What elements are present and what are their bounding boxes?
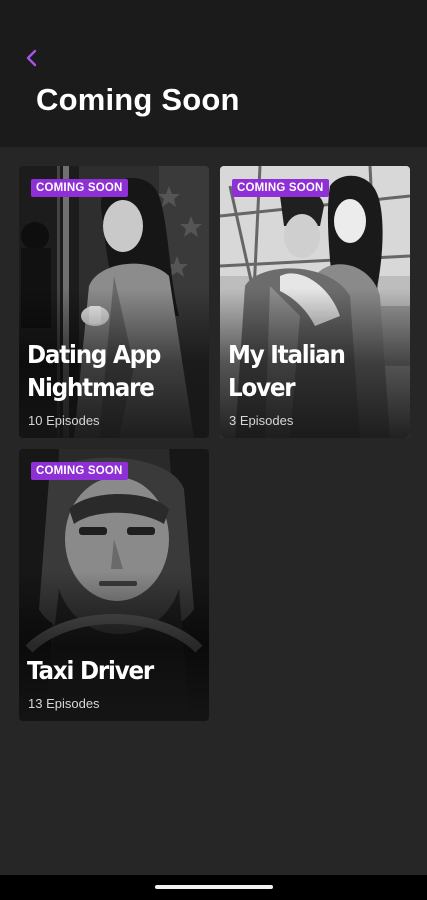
chevron-left-icon (26, 49, 37, 67)
series-title: Dating App Nightmare (27, 340, 161, 402)
back-button[interactable] (18, 44, 46, 72)
episode-count: 13 Episodes (28, 696, 100, 711)
series-card-my-italian-lover[interactable]: COMING SOON My Italian Lover 3 Episodes (220, 166, 410, 438)
app-header: Coming Soon (0, 0, 427, 147)
page-title: Coming Soon (36, 82, 240, 117)
series-grid: COMING SOON Dating App Nightmare 10 Epis… (0, 147, 427, 875)
coming-soon-badge: COMING SOON (31, 462, 128, 480)
series-title: Taxi Driver (27, 656, 154, 685)
coming-soon-badge: COMING SOON (232, 179, 329, 197)
series-title: My Italian Lover (228, 340, 346, 402)
episode-count: 3 Episodes (229, 413, 294, 428)
series-card-taxi-driver[interactable]: COMING SOON Taxi Driver 13 Episodes (19, 449, 209, 721)
system-navigation-bar (0, 875, 427, 900)
home-indicator[interactable] (155, 885, 273, 889)
series-card-dating-app-nightmare[interactable]: COMING SOON Dating App Nightmare 10 Epis… (19, 166, 209, 438)
coming-soon-badge: COMING SOON (31, 179, 128, 197)
episode-count: 10 Episodes (28, 413, 100, 428)
